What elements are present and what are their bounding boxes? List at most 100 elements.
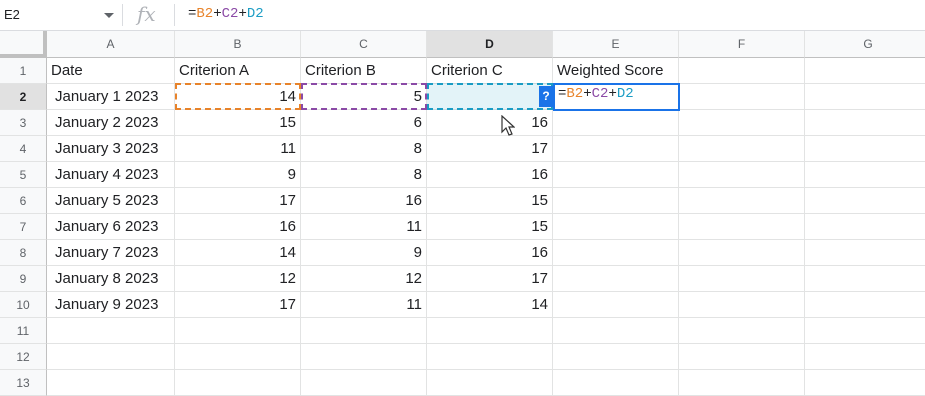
- cell-g5[interactable]: [805, 162, 925, 188]
- cell-a5[interactable]: January 4 2023: [47, 162, 175, 188]
- cell-e8[interactable]: [553, 240, 679, 266]
- cell-b9[interactable]: 12: [175, 266, 301, 292]
- cell-c5[interactable]: 8: [301, 162, 427, 188]
- row-header-5[interactable]: 5: [0, 162, 47, 188]
- cell-g12[interactable]: [805, 344, 925, 370]
- cell-e12[interactable]: [553, 344, 679, 370]
- cell-f6[interactable]: [679, 188, 805, 214]
- cell-c7[interactable]: 11: [301, 214, 427, 240]
- cell-f11[interactable]: [679, 318, 805, 344]
- cell-d6[interactable]: 15: [427, 188, 553, 214]
- cell-c13[interactable]: [301, 370, 427, 396]
- select-all-corner[interactable]: [0, 31, 47, 58]
- cell-a7[interactable]: January 6 2023: [47, 214, 175, 240]
- row-header-12[interactable]: 12: [0, 344, 47, 370]
- cell-b3[interactable]: 15: [175, 110, 301, 136]
- column-header-c[interactable]: C: [301, 31, 427, 58]
- cell-b4[interactable]: 11: [175, 136, 301, 162]
- row-header-3[interactable]: 3: [0, 110, 47, 136]
- cell-d8[interactable]: 16: [427, 240, 553, 266]
- cell-b6[interactable]: 17: [175, 188, 301, 214]
- cell-g9[interactable]: [805, 266, 925, 292]
- column-header-g[interactable]: G: [805, 31, 925, 58]
- cell-a8[interactable]: January 7 2023: [47, 240, 175, 266]
- cell-d13[interactable]: [427, 370, 553, 396]
- cell-c3[interactable]: 6: [301, 110, 427, 136]
- cell-g7[interactable]: [805, 214, 925, 240]
- cell-f10[interactable]: [679, 292, 805, 318]
- cell-a3[interactable]: January 2 2023: [47, 110, 175, 136]
- cell-b11[interactable]: [175, 318, 301, 344]
- cell-b12[interactable]: [175, 344, 301, 370]
- cell-d9[interactable]: 17: [427, 266, 553, 292]
- row-header-1[interactable]: 1: [0, 58, 47, 84]
- cell-d1[interactable]: Criterion C: [427, 58, 553, 84]
- cell-d5[interactable]: 16: [427, 162, 553, 188]
- cell-a9[interactable]: January 8 2023: [47, 266, 175, 292]
- cell-f9[interactable]: [679, 266, 805, 292]
- row-header-8[interactable]: 8: [0, 240, 47, 266]
- cell-a6[interactable]: January 5 2023: [47, 188, 175, 214]
- row-header-6[interactable]: 6: [0, 188, 47, 214]
- cell-f2[interactable]: [679, 84, 805, 110]
- cell-b2[interactable]: 14: [175, 84, 301, 110]
- cell-e1[interactable]: Weighted Score: [553, 58, 679, 84]
- cell-e5[interactable]: [553, 162, 679, 188]
- cell-d12[interactable]: [427, 344, 553, 370]
- cell-e6[interactable]: [553, 188, 679, 214]
- cell-d2[interactable]: 1: [427, 84, 553, 110]
- cell-c2[interactable]: 5: [301, 84, 427, 110]
- cell-d10[interactable]: 14: [427, 292, 553, 318]
- cell-g4[interactable]: [805, 136, 925, 162]
- cell-e7[interactable]: [553, 214, 679, 240]
- cell-g10[interactable]: [805, 292, 925, 318]
- cell-f1[interactable]: [679, 58, 805, 84]
- cell-g2[interactable]: [805, 84, 925, 110]
- cell-g3[interactable]: [805, 110, 925, 136]
- cell-g13[interactable]: [805, 370, 925, 396]
- row-header-9[interactable]: 9: [0, 266, 47, 292]
- formula-help-icon[interactable]: ?: [539, 86, 553, 107]
- cell-b7[interactable]: 16: [175, 214, 301, 240]
- row-header-10[interactable]: 10: [0, 292, 47, 318]
- cell-e10[interactable]: [553, 292, 679, 318]
- cell-c9[interactable]: 12: [301, 266, 427, 292]
- cell-c11[interactable]: [301, 318, 427, 344]
- column-header-b[interactable]: B: [175, 31, 301, 58]
- cell-g11[interactable]: [805, 318, 925, 344]
- cell-f12[interactable]: [679, 344, 805, 370]
- cell-a4[interactable]: January 3 2023: [47, 136, 175, 162]
- cell-g8[interactable]: [805, 240, 925, 266]
- cell-g1[interactable]: [805, 58, 925, 84]
- cell-a2[interactable]: January 1 2023: [47, 84, 175, 110]
- cell-c12[interactable]: [301, 344, 427, 370]
- row-header-7[interactable]: 7: [0, 214, 47, 240]
- cell-editor-e2[interactable]: =B2+C2+D2: [553, 83, 680, 111]
- cell-e3[interactable]: [553, 110, 679, 136]
- cell-a11[interactable]: [47, 318, 175, 344]
- name-box[interactable]: E2: [0, 0, 122, 30]
- cell-b13[interactable]: [175, 370, 301, 396]
- cell-f13[interactable]: [679, 370, 805, 396]
- cell-d7[interactable]: 15: [427, 214, 553, 240]
- cell-d11[interactable]: [427, 318, 553, 344]
- cell-b1[interactable]: Criterion A: [175, 58, 301, 84]
- cell-e4[interactable]: [553, 136, 679, 162]
- chevron-down-icon[interactable]: [104, 13, 114, 18]
- cell-a10[interactable]: January 9 2023: [47, 292, 175, 318]
- row-header-11[interactable]: 11: [0, 318, 47, 344]
- cell-e9[interactable]: [553, 266, 679, 292]
- cell-d4[interactable]: 17: [427, 136, 553, 162]
- cell-a12[interactable]: [47, 344, 175, 370]
- cell-c1[interactable]: Criterion B: [301, 58, 427, 84]
- row-header-4[interactable]: 4: [0, 136, 47, 162]
- cell-f8[interactable]: [679, 240, 805, 266]
- cell-f3[interactable]: [679, 110, 805, 136]
- cell-b10[interactable]: 17: [175, 292, 301, 318]
- row-header-13[interactable]: 13: [0, 370, 47, 396]
- column-header-d[interactable]: D: [427, 31, 553, 58]
- cell-a13[interactable]: [47, 370, 175, 396]
- column-header-e[interactable]: E: [553, 31, 679, 58]
- cell-e11[interactable]: [553, 318, 679, 344]
- row-header-2[interactable]: 2: [0, 84, 47, 110]
